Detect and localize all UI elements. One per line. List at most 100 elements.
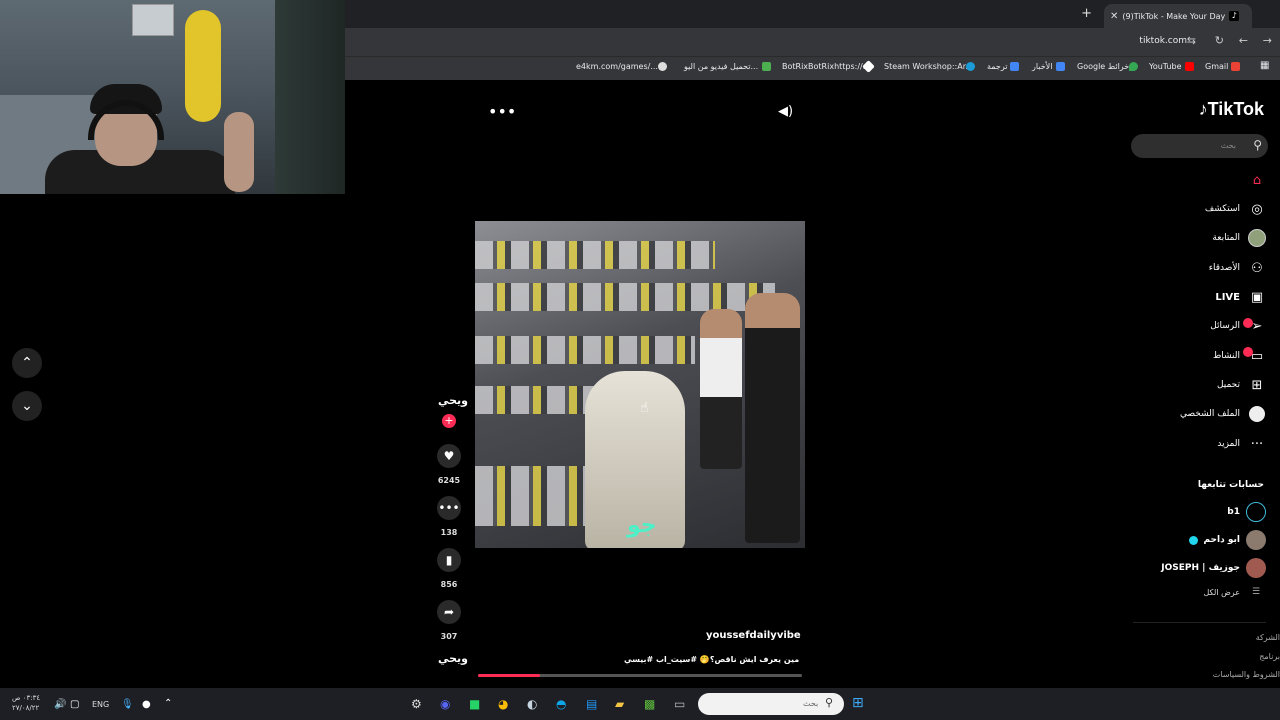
next-video-button[interactable]: ⌄ (12, 391, 42, 421)
taskbar-search-input[interactable] (698, 693, 844, 715)
tiktok-note-icon: ♪ (1198, 99, 1208, 119)
bookmark-translate[interactable]: ترجمة (987, 62, 1008, 71)
bookmark-google-maps[interactable]: Google خرائط (1077, 62, 1129, 71)
sound-disc[interactable]: ويحي (438, 652, 468, 665)
heart-icon: ♥ (443, 449, 455, 463)
chrome-icon[interactable]: ◕ (498, 697, 508, 711)
upload-icon: ⊞ (1251, 377, 1263, 393)
footer-company-link[interactable]: الشركة (1256, 633, 1280, 642)
bookmark-news[interactable]: الأخبار (1032, 62, 1052, 71)
tiktok-favicon-icon: ♪ (1229, 11, 1240, 21)
bookmark-youtube[interactable]: YouTube (1149, 62, 1182, 71)
chevron-down-icon: ⌄ (21, 398, 33, 414)
messages-badge (1243, 318, 1253, 328)
whatsapp-icon[interactable]: ■ (469, 697, 480, 711)
nav-activity[interactable]: النشاط ▭ (1213, 346, 1266, 366)
nav-upload[interactable]: تحميل ⊞ (1217, 375, 1266, 395)
previous-video-button[interactable]: ⌃ (12, 348, 42, 378)
minecraft-icon[interactable]: ▩ (644, 697, 655, 711)
following-avatar-icon (1248, 229, 1266, 247)
taskbar-search-placeholder: بحث (803, 699, 819, 708)
news-icon (1056, 62, 1065, 71)
settings-gear-icon[interactable]: ⚙ (411, 697, 422, 711)
network-icon[interactable]: ▢ (70, 699, 79, 710)
save-button[interactable]: ▮ (437, 548, 461, 572)
home-icon: ⌂ (1252, 172, 1262, 188)
nav-following-label: المتابعة (1212, 233, 1240, 243)
following-account[interactable]: JOSEPH | جوزيف (1161, 558, 1266, 578)
search-input[interactable] (1131, 134, 1268, 158)
share-button[interactable]: ➦ (437, 600, 461, 624)
nav-following[interactable]: المتابعة (1212, 228, 1266, 248)
nav-live[interactable]: LIVE ▣ (1215, 287, 1266, 307)
nav-friends-label: الأصدقاء (1208, 263, 1240, 273)
bookmark-icon: ▮ (445, 553, 453, 567)
hand-cursor-icon: ☝ (640, 400, 649, 416)
steam-icon (966, 62, 975, 71)
tray-app-icon[interactable]: ● (142, 699, 151, 710)
nav-profile[interactable]: الملف الشخصي (1180, 404, 1266, 424)
clock-time: ٠٣:٣٤ ص (12, 694, 41, 702)
following-account[interactable]: b1 (1227, 502, 1266, 522)
footer-program-link[interactable]: برنامج (1259, 652, 1280, 661)
like-button[interactable]: ♥ (437, 444, 461, 468)
windows-start-icon[interactable]: ⊞ (852, 695, 864, 711)
nav-more[interactable]: المزيد ··· (1217, 434, 1266, 454)
footer-terms-link[interactable]: الشروط والسياسات (1213, 670, 1280, 679)
search-icon[interactable]: ⚲ (1253, 138, 1262, 152)
discord-icon[interactable]: ◉ (440, 697, 450, 711)
store-icon[interactable]: ▤ (586, 697, 597, 711)
translate-icon (1010, 62, 1019, 71)
creator-username[interactable]: youssefdailyvibe (706, 630, 801, 641)
nav-home[interactable]: ⌂ (1240, 170, 1266, 190)
speaker-icon[interactable]: 🔊 (54, 699, 66, 710)
task-view-icon[interactable]: ▭ (674, 697, 685, 711)
nav-friends[interactable]: الأصدقاء ⚇ (1209, 258, 1266, 278)
forward-icon[interactable]: → (1263, 34, 1272, 47)
back-icon[interactable]: ← (1239, 34, 1248, 47)
bookmark-botrix[interactable]: BotRixBotRixhttps://... (782, 62, 870, 71)
creator-avatar[interactable]: ويحي (438, 394, 468, 416)
youtube-icon (1185, 62, 1194, 71)
reload-icon[interactable]: ↻ (1215, 34, 1224, 47)
gmail-icon (1231, 62, 1240, 71)
new-tab-button[interactable]: + (1081, 6, 1092, 21)
comment-button[interactable]: ••• (437, 496, 461, 520)
clock[interactable]: ٠٣:٣٤ ص ٢٧/٠٨/٢٢ (12, 693, 40, 713)
taskbar (0, 688, 1280, 720)
bookmark-e4km[interactable]: e4km.com/games/... (576, 62, 658, 71)
microphone-icon[interactable]: 🎙 (121, 699, 134, 710)
search-icon: ⚲ (825, 696, 834, 709)
tiktok-logo[interactable]: ♪TikTok (1199, 99, 1264, 120)
nav-explore[interactable]: استكشف ◎ (1205, 199, 1266, 219)
wall-poster (132, 4, 174, 36)
edge-icon[interactable]: ◓ (556, 697, 566, 711)
folder-icon[interactable]: ▰ (615, 697, 624, 711)
account-name: JOSEPH | جوزيف (1161, 563, 1240, 573)
download-icon (762, 62, 771, 71)
apps-grid-icon[interactable]: ▦ (1260, 60, 1269, 71)
nav-profile-label: الملف الشخصي (1180, 409, 1240, 419)
follow-plus-button[interactable]: + (442, 414, 456, 428)
see-all-link[interactable]: عرض الكل ☰ (1203, 587, 1266, 597)
language-indicator[interactable]: ENG (92, 700, 109, 709)
show-hidden-icons-icon[interactable]: ⌃ (164, 698, 172, 709)
comment-icon: ••• (438, 501, 460, 515)
video-player[interactable]: جو (475, 221, 805, 548)
site-settings-icon[interactable]: ⇆ (1187, 34, 1196, 47)
close-tab-icon[interactable]: ✕ (1110, 11, 1118, 22)
share-icon: ➦ (443, 605, 455, 619)
bookmark-gmail[interactable]: Gmail (1205, 62, 1228, 71)
volume-icon[interactable]: ◀) (778, 104, 793, 119)
bookmark-steam-workshop[interactable]: Steam Workshop::Ar... (884, 62, 973, 71)
url-field[interactable]: tiktok.com (1139, 36, 1187, 46)
account-name: b1 (1227, 507, 1240, 517)
browser-tab[interactable]: ✕ (9)TikTok - Make Your Day ♪ (1104, 4, 1252, 28)
steam-icon[interactable]: ◐ (527, 697, 537, 711)
save-count: 856 (440, 580, 458, 589)
video-progress-fill (478, 674, 540, 677)
nav-messages[interactable]: الرسائل ➢ (1210, 316, 1266, 336)
bookmark-youtube-downloader[interactable]: تحميل فيديو من اليو... (684, 62, 758, 71)
following-account[interactable]: ابو داحم (1188, 530, 1266, 550)
more-options-icon[interactable]: ••• (488, 102, 516, 121)
